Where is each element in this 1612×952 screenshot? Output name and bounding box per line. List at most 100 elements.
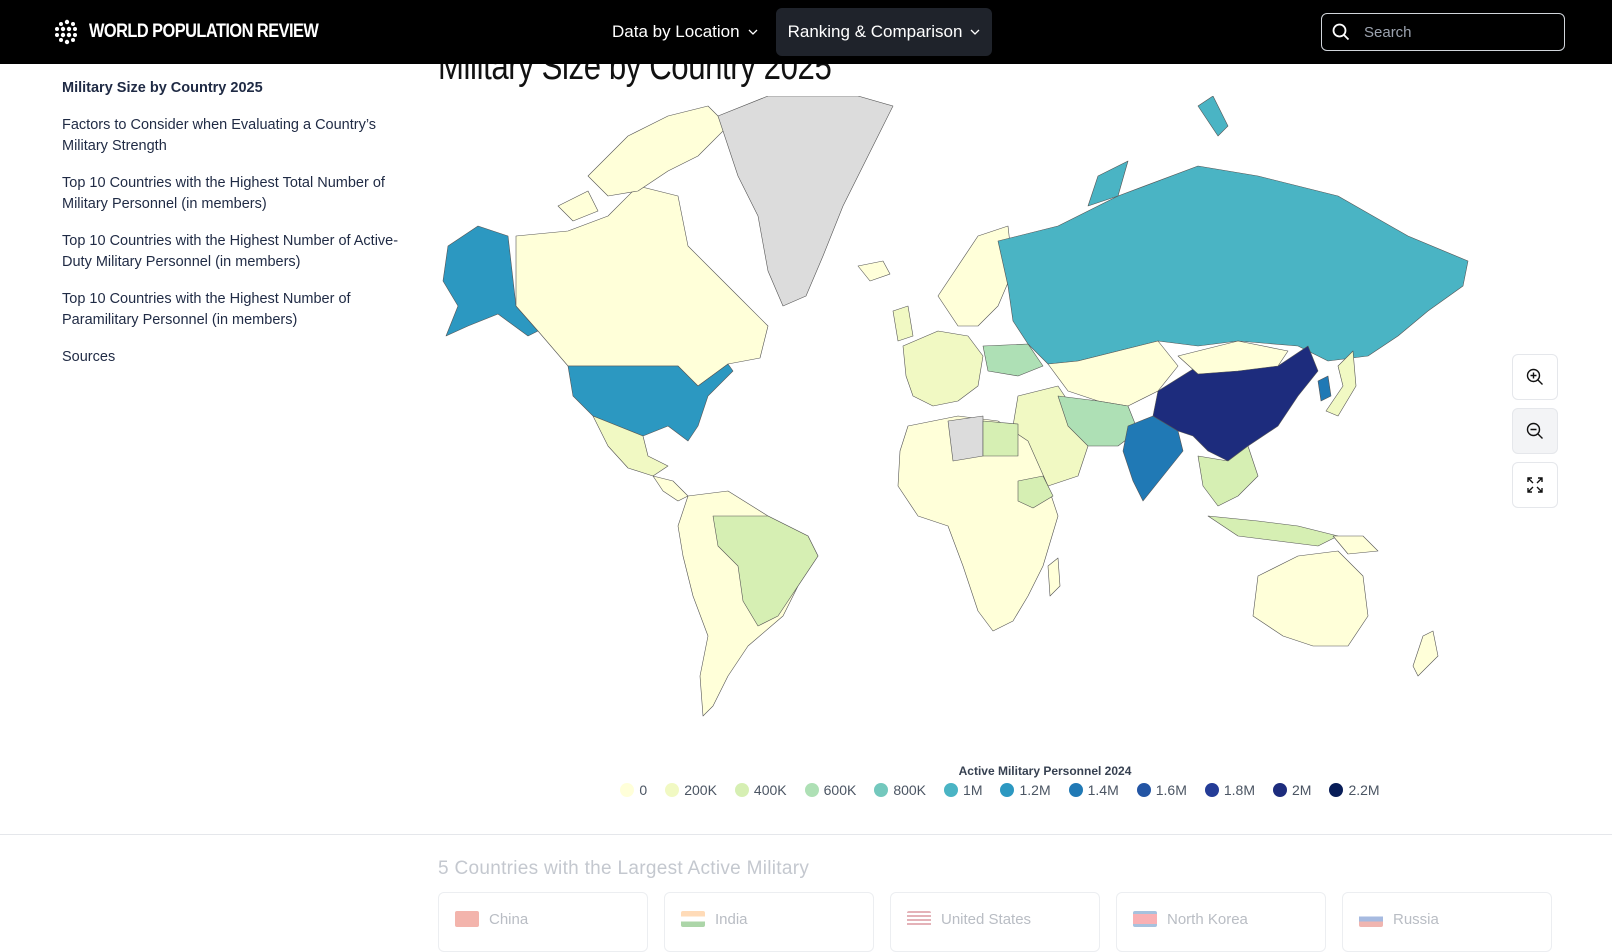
legend-swatch (1204, 783, 1219, 797)
legend-item: 2.2M (1329, 782, 1380, 798)
zoom-out-button[interactable] (1512, 408, 1558, 454)
legend-item: 1.4M (1068, 782, 1119, 798)
country-cards: China India United States North Korea Ru… (438, 892, 1552, 952)
site-logo[interactable]: WORLD POPULATION REVIEW (53, 18, 356, 46)
legend-label: 200K (684, 782, 717, 798)
toc-item-sources[interactable]: Sources (62, 347, 402, 368)
legend-item: 1M (944, 782, 982, 798)
legend-label: 800K (893, 782, 927, 798)
legend-label: 1.8M (1223, 782, 1255, 798)
country-card-north-korea[interactable]: North Korea (1116, 892, 1326, 952)
world-choropleth-map[interactable] (438, 95, 1518, 746)
country-card-india[interactable]: India (664, 892, 874, 952)
legend-swatch (1136, 783, 1151, 797)
region-papua[interactable] (1332, 535, 1379, 555)
legend-item: 0 (620, 782, 647, 798)
flag-icon (681, 911, 705, 927)
region-siberian-island[interactable] (1197, 95, 1229, 137)
country-name: China (489, 911, 529, 928)
country-name: India (715, 911, 748, 928)
nav-data-by-location[interactable]: Data by Location (600, 8, 770, 56)
flag-icon (455, 911, 479, 927)
legend-label: 1.6M (1155, 782, 1187, 798)
legend-label: 600K (823, 782, 857, 798)
region-arctic-islands-2[interactable] (557, 190, 599, 222)
flag-icon (1359, 911, 1383, 927)
region-new-zealand[interactable] (1412, 630, 1439, 677)
legend-label: 2M (1291, 782, 1312, 798)
map-legend: Active Military Personnel 2024 0 200K 40… (600, 764, 1400, 798)
legend-item: 400K (734, 782, 787, 798)
region-indonesia[interactable] (1207, 515, 1339, 547)
region-western-europe[interactable] (902, 330, 984, 407)
region-uk[interactable] (892, 305, 914, 342)
legend-item: 200K (665, 782, 717, 798)
fullscreen-button[interactable] (1512, 462, 1558, 508)
legend-item: 1.2M (1000, 782, 1051, 798)
chevron-down-icon (970, 29, 980, 35)
table-of-contents: Military Size by Country 2025 Factors to… (62, 78, 402, 384)
top-navigation-bar: WORLD POPULATION REVIEW Data by Location… (0, 0, 1612, 64)
legend-item: 2M (1272, 782, 1312, 798)
legend-swatch (804, 783, 819, 797)
flag-icon (907, 911, 931, 927)
region-russia[interactable] (997, 165, 1469, 365)
nav-ranking-comparison[interactable]: Ranking & Comparison (775, 8, 993, 56)
legend-swatch (874, 783, 889, 797)
nav-label: Data by Location (612, 22, 740, 41)
main-nav: Data by Location Ranking & Comparison (600, 8, 993, 56)
region-egypt[interactable] (982, 420, 1019, 457)
region-iceland[interactable] (857, 260, 891, 282)
region-canada[interactable] (515, 185, 769, 387)
country-name: United States (941, 911, 1032, 928)
legend-label: 400K (753, 782, 787, 798)
legend-swatch (665, 783, 680, 797)
toc-item-top10-active[interactable]: Top 10 Countries with the Highest Number… (62, 231, 402, 273)
country-name: Russia (1393, 911, 1439, 928)
legend-item: 1.6M (1136, 782, 1187, 798)
toc-item-military-size[interactable]: Military Size by Country 2025 (62, 78, 402, 99)
legend-swatch (620, 783, 635, 797)
legend-item: 600K (804, 782, 857, 798)
brand-name: WORLD POPULATION REVIEW (89, 21, 319, 42)
zoom-in-button[interactable] (1512, 354, 1558, 400)
nav-label: Ranking & Comparison (787, 22, 963, 41)
legend-label: 2.2M (1348, 782, 1380, 798)
region-central-america[interactable] (652, 475, 689, 502)
toc-item-top10-paramilitary[interactable]: Top 10 Countries with the Highest Number… (62, 289, 402, 331)
search-box[interactable] (1321, 13, 1565, 51)
legend-swatch (734, 783, 749, 797)
flag-icon (1133, 911, 1157, 927)
legend-swatch (1329, 783, 1344, 797)
globe-icon (55, 19, 77, 45)
legend-item: 800K (874, 782, 926, 798)
legend-items: 0 200K 400K 600K 800K 1M 1.2M 1.4M 1.6M … (600, 782, 1400, 798)
zoom-out-icon (1526, 422, 1543, 439)
map-canvas[interactable] (438, 95, 1518, 746)
region-arctic-islands[interactable] (587, 105, 729, 197)
legend-swatch (1068, 783, 1083, 797)
country-card-united-states[interactable]: United States (890, 892, 1100, 952)
toc-item-factors[interactable]: Factors to Consider when Evaluating a Co… (62, 115, 402, 157)
expand-icon (1527, 477, 1543, 493)
legend-label: 0 (639, 782, 648, 798)
country-name: North Korea (1167, 911, 1248, 928)
section-divider (0, 834, 1612, 835)
region-australia[interactable] (1252, 550, 1369, 647)
legend-title: Active Military Personnel 2024 (958, 764, 1132, 778)
legend-swatch (1000, 783, 1015, 797)
region-libya[interactable] (947, 415, 984, 462)
region-madagascar[interactable] (1047, 557, 1061, 597)
zoom-in-icon (1526, 368, 1543, 385)
legend-item: 1.8M (1204, 782, 1255, 798)
legend-swatch (1272, 783, 1287, 797)
legend-label: 1.2M (1019, 782, 1051, 798)
legend-label: 1M (963, 782, 983, 798)
legend-swatch (944, 783, 959, 797)
country-card-russia[interactable]: Russia (1342, 892, 1552, 952)
search-input[interactable] (1364, 23, 1544, 41)
largest-military-heading: 5 Countries with the Largest Active Mili… (438, 858, 810, 879)
country-card-china[interactable]: China (438, 892, 648, 952)
region-korea[interactable] (1317, 375, 1332, 402)
toc-item-top10-total[interactable]: Top 10 Countries with the Highest Total … (62, 173, 402, 215)
